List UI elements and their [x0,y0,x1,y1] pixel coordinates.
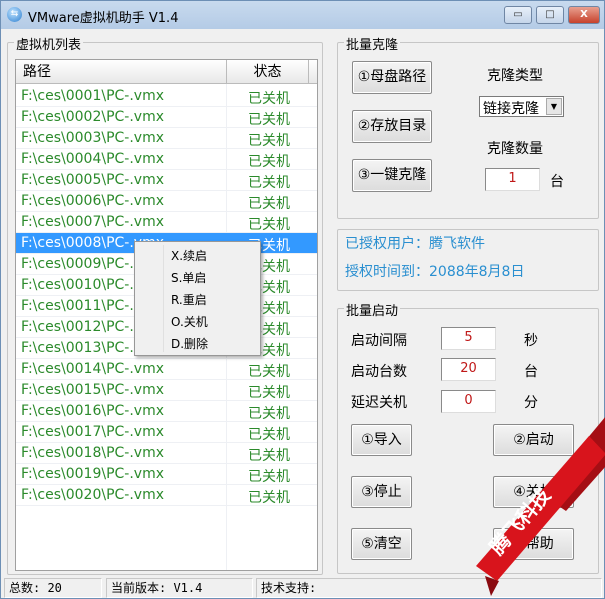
vm-path: F:\ces\0002\PC-.vmx [21,109,164,125]
interval-unit: 秒 [524,333,538,349]
vm-status: 已关机 [248,490,290,506]
vm-path: F:\ces\0014\PC-.vmx [21,361,164,377]
vm-list-title: 虚拟机列表 [14,34,84,53]
menu-item-restart[interactable]: R.重启 [171,291,207,308]
interval-label: 启动间隔 [351,333,407,349]
vm-path: F:\ces\0007\PC-.vmx [21,214,164,230]
vm-status: 已关机 [248,406,290,422]
maximize-button[interactable]: □ [536,6,564,24]
table-row[interactable]: F:\ces\0002\PC-.vmx 已关机 [16,107,317,128]
vm-status: 已关机 [248,133,290,149]
storage-dir-button[interactable]: ②存放目录 [352,110,432,143]
menu-separator [163,245,164,352]
license-expiry: 授权时间到：2088年8月8日 [345,264,525,280]
clone-title: 批量克隆 [344,34,401,53]
table-row[interactable]: F:\ces\0017\PC-.vmx 已关机 [16,422,317,443]
status-total: 总数: 20 [4,578,102,598]
table-row[interactable]: F:\ces\0004\PC-.vmx 已关机 [16,149,317,170]
menu-item-single-start[interactable]: S.单启 [171,269,206,286]
vm-path: F:\ces\0016\PC-.vmx [21,403,164,419]
table-row[interactable]: F:\ces\0014\PC-.vmx 已关机 [16,359,317,380]
vm-status: 已关机 [248,217,290,233]
minimize-button[interactable]: ▭ [504,6,532,24]
vm-path: F:\ces\0018\PC-.vmx [21,445,164,461]
list-header: 路径 状态 [16,60,317,84]
start-count-input[interactable]: 20 [441,358,496,381]
context-menu: X.续启 S.单启 R.重启 O.关机 D.删除 [134,241,261,356]
start-count-label: 启动台数 [351,364,407,380]
clone-count-unit: 台 [550,174,564,190]
window-title: VMware虚拟机助手 V1.4 [28,11,179,26]
interval-input[interactable]: 5 [441,327,496,350]
vm-status: 已关机 [248,175,290,191]
vm-path: F:\ces\0004\PC-.vmx [21,151,164,167]
clone-count-label: 克隆数量 [487,141,543,157]
clear-button[interactable]: ⑤清空 [351,528,412,560]
table-row[interactable]: F:\ces\0007\PC-.vmx 已关机 [16,212,317,233]
close-button[interactable]: X [568,6,600,24]
column-status[interactable]: 状态 [227,60,309,84]
stop-button[interactable]: ③停止 [351,476,412,508]
batch-start-title: 批量启动 [344,300,401,319]
vm-status: 已关机 [248,91,290,107]
vm-path: F:\ces\0006\PC-.vmx [21,193,164,209]
table-row[interactable]: F:\ces\0020\PC-.vmx 已关机 [16,485,317,506]
table-row[interactable]: F:\ces\0019\PC-.vmx 已关机 [16,464,317,485]
clone-type-select[interactable]: 链接克隆 ▼ [479,96,564,117]
table-row[interactable]: F:\ces\0005\PC-.vmx 已关机 [16,170,317,191]
vm-status: 已关机 [248,427,290,443]
start-count-unit: 台 [524,364,538,380]
app-icon: ⇆ [7,7,22,22]
vm-path: F:\ces\0015\PC-.vmx [21,382,164,398]
vm-status: 已关机 [248,385,290,401]
clone-type-value: 链接克隆 [483,101,539,117]
title-bar: ⇆ VMware虚拟机助手 V1.4 ▭ □ X [1,1,604,29]
vm-status: 已关机 [248,364,290,380]
menu-item-delete[interactable]: D.删除 [171,335,208,352]
menu-item-shutdown[interactable]: O.关机 [171,313,208,330]
clone-type-label: 克隆类型 [487,68,543,84]
column-path[interactable]: 路径 [16,60,227,84]
vm-path: F:\ces\0020\PC-.vmx [21,487,164,503]
vm-path: F:\ces\0001\PC-.vmx [21,88,164,104]
table-row[interactable]: F:\ces\0018\PC-.vmx 已关机 [16,443,317,464]
table-row[interactable]: F:\ces\0001\PC-.vmx 已关机 [16,86,317,107]
vm-path: F:\ces\0003\PC-.vmx [21,130,164,146]
status-version: 当前版本: V1.4 [106,578,253,598]
vm-path: F:\ces\0019\PC-.vmx [21,466,164,482]
app-window: ⇆ VMware虚拟机助手 V1.4 ▭ □ X 虚拟机列表 路径 状态 F:\… [0,0,605,599]
chevron-down-icon[interactable]: ▼ [546,98,562,115]
vm-path: F:\ces\0017\PC-.vmx [21,424,164,440]
delay-shutdown-unit: 分 [524,395,538,411]
vm-status: 已关机 [248,448,290,464]
vm-status: 已关机 [248,112,290,128]
vm-path: F:\ces\0005\PC-.vmx [21,172,164,188]
delay-shutdown-input[interactable]: 0 [441,390,496,413]
licensed-user: 已授权用户：腾飞软件 [345,236,485,252]
vm-status: 已关机 [248,196,290,212]
clone-count-input[interactable]: 1 [485,168,540,191]
source-disk-button[interactable]: ①母盘路径 [352,61,432,94]
one-click-clone-button[interactable]: ③一键克隆 [352,159,432,192]
vm-status: 已关机 [248,154,290,170]
table-row[interactable]: F:\ces\0006\PC-.vmx 已关机 [16,191,317,212]
import-button[interactable]: ①导入 [351,424,412,456]
vm-status: 已关机 [248,469,290,485]
menu-item-continue-start[interactable]: X.续启 [171,247,207,264]
table-row[interactable]: F:\ces\0003\PC-.vmx 已关机 [16,128,317,149]
table-row[interactable]: F:\ces\0016\PC-.vmx 已关机 [16,401,317,422]
table-row[interactable]: F:\ces\0015\PC-.vmx 已关机 [16,380,317,401]
brand-ribbon: 腾飞科技 [476,417,605,596]
delay-shutdown-label: 延迟关机 [351,395,407,411]
